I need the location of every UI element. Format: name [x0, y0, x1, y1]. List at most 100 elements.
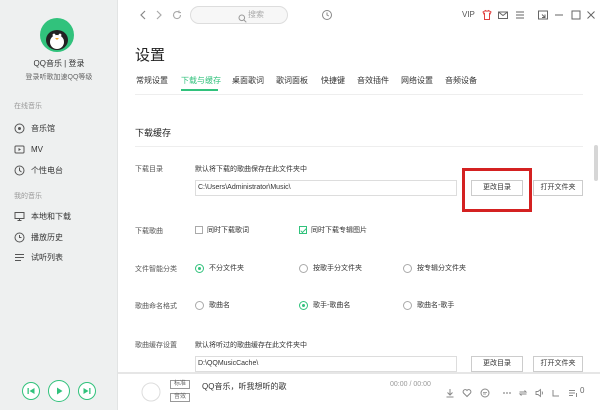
sidebar-item-label: 播放历史 — [31, 232, 63, 242]
sidebar: QQ音乐 | 登录 登录听歌加速QQ等级 在线音乐 音乐馆 MV 个性电台 我的… — [0, 0, 118, 410]
change-cache-dir-button[interactable]: 更改目录 — [471, 356, 523, 372]
radio-song-name[interactable]: 歌曲名 — [195, 300, 230, 310]
quality-tag[interactable]: 标准 — [170, 380, 190, 389]
sidebar-item-trial-list[interactable]: 试听列表 — [14, 250, 63, 264]
tab-divider — [135, 94, 583, 95]
close-icon[interactable] — [584, 8, 598, 22]
my-music-section-title: 我的音乐 — [14, 193, 42, 200]
tab-lyrics-panel[interactable]: 歌词面板 — [276, 75, 308, 86]
naming-format-label: 歌曲命名格式 — [135, 303, 177, 310]
option-label: 同时下载歌词 — [207, 227, 249, 234]
open-cache-folder-button[interactable]: 打开文件夹 — [533, 356, 583, 372]
user-login-line[interactable]: QQ音乐 | 登录 — [0, 58, 118, 69]
volume-icon[interactable] — [535, 385, 545, 398]
maximize-icon[interactable] — [569, 8, 583, 22]
player-controls — [0, 372, 118, 410]
option-label: 按歌手分文件夹 — [313, 265, 362, 272]
radio-artist-song[interactable]: 歌手-歌曲名 — [299, 300, 350, 310]
comment-icon[interactable] — [480, 385, 490, 398]
option-label: 按专辑分文件夹 — [417, 265, 466, 272]
search-icon — [238, 10, 247, 28]
download-dir-path: C:\Users\Administrator\Music\ — [195, 180, 457, 196]
tab-sound-plugins[interactable]: 音效插件 — [357, 75, 389, 86]
radio-circle — [195, 263, 204, 273]
avatar[interactable] — [40, 18, 74, 52]
tab-hotkeys[interactable]: 快捷键 — [321, 75, 345, 86]
mail-icon[interactable] — [496, 8, 510, 22]
radio-no-folder[interactable]: 不分文件夹 — [195, 263, 244, 273]
option-label: 不分文件夹 — [209, 265, 244, 272]
tab-general[interactable]: 常规设置 — [136, 75, 168, 86]
download-icon[interactable] — [445, 385, 455, 398]
cover-placeholder[interactable] — [138, 379, 164, 405]
song-title: QQ音乐，听我想听的歌 — [202, 382, 287, 391]
now-playing-bar: 标准 音效 QQ音乐，听我想听的歌 00:00 / 00:00 0 — [118, 372, 600, 410]
clock-icon — [14, 232, 25, 243]
tab-download-cache[interactable]: 下载与缓存 — [181, 75, 221, 86]
cache-setting-label: 歌曲缓存设置 — [135, 342, 177, 349]
prev-button[interactable] — [22, 382, 40, 400]
qq-music-window: QQ音乐 | 登录 登录听歌加速QQ等级 在线音乐 音乐馆 MV 个性电台 我的… — [0, 0, 600, 410]
minimize-icon[interactable] — [552, 8, 566, 22]
play-button[interactable] — [48, 380, 70, 402]
download-dir-desc: 默认将下载的歌曲保存在此文件夹中 — [195, 166, 307, 173]
progress-track[interactable] — [118, 373, 600, 374]
download-song-label: 下载歌曲 — [135, 228, 163, 235]
tab-audio-device[interactable]: 音频设备 — [445, 75, 477, 86]
forward-icon[interactable] — [152, 8, 166, 22]
sidebar-item-label: 个性电台 — [31, 165, 63, 175]
option-label: 同时下载专辑图片 — [311, 227, 367, 234]
radio-by-artist[interactable]: 按歌手分文件夹 — [299, 263, 362, 273]
checkbox-box — [195, 226, 203, 234]
sidebar-item-label: 试听列表 — [31, 252, 63, 262]
cache-dir-desc: 默认将听过的歌曲缓存在此文件夹中 — [195, 342, 307, 349]
checkbox-box — [299, 226, 307, 234]
list-icon — [14, 252, 25, 263]
next-button[interactable] — [78, 382, 96, 400]
computer-icon — [14, 211, 25, 222]
section-divider — [135, 146, 583, 147]
sidebar-item-label: MV — [31, 144, 43, 154]
download-lyrics-checkbox[interactable]: 同时下载歌词 — [195, 225, 249, 235]
radio-circle — [403, 263, 412, 273]
open-download-folder-button[interactable]: 打开文件夹 — [533, 180, 583, 196]
more-icon[interactable] — [502, 385, 512, 395]
option-label: 歌曲名-歌手 — [417, 302, 455, 309]
loop-icon[interactable] — [518, 385, 528, 396]
refresh-icon[interactable] — [170, 8, 184, 22]
scrollbar-thumb[interactable] — [594, 145, 598, 181]
prev-icon — [27, 388, 35, 394]
option-label: 歌手-歌曲名 — [313, 302, 351, 309]
highlight-box — [462, 168, 532, 212]
radio-song-artist[interactable]: 歌曲名-歌手 — [403, 300, 454, 310]
radio-icon — [14, 165, 25, 176]
menu-icon[interactable] — [513, 8, 527, 22]
tab-desktop-lyrics[interactable]: 桌面歌词 — [232, 75, 264, 86]
skin-icon[interactable] — [480, 8, 494, 22]
sidebar-item-label: 音乐馆 — [31, 123, 55, 133]
sidebar-item-music-hall[interactable]: 音乐馆 — [14, 121, 55, 135]
vip-link[interactable]: VIP — [462, 10, 475, 19]
sidebar-item-mv[interactable]: MV — [14, 142, 43, 156]
sidebar-item-local-download[interactable]: 本地和下载 — [14, 209, 71, 223]
mini-mode-icon[interactable] — [536, 8, 550, 22]
like-icon[interactable] — [462, 385, 472, 398]
download-album-art-checkbox[interactable]: 同时下载专辑图片 — [299, 225, 367, 235]
playlist-icon[interactable] — [568, 385, 578, 397]
search-placeholder: 搜索 — [248, 10, 264, 19]
cache-dir-path: D:\QQMusicCache\ — [195, 356, 457, 372]
sidebar-item-history[interactable]: 播放历史 — [14, 230, 63, 244]
back-icon[interactable] — [136, 8, 150, 22]
sound-effect-tag[interactable]: 音效 — [170, 393, 190, 402]
sidebar-item-radio[interactable]: 个性电台 — [14, 163, 63, 177]
option-label: 歌曲名 — [209, 302, 230, 309]
playlist-count: 0 — [580, 386, 585, 395]
radio-circle — [195, 300, 204, 310]
tab-network[interactable]: 网络设置 — [401, 75, 433, 86]
lyrics-icon[interactable] — [551, 385, 561, 397]
sidebar-item-label: 本地和下载 — [31, 211, 71, 221]
recognize-icon[interactable] — [320, 8, 334, 22]
radio-circle — [299, 263, 308, 273]
top-bar: 搜索 VIP — [118, 0, 600, 30]
radio-by-album[interactable]: 按专辑分文件夹 — [403, 263, 466, 273]
